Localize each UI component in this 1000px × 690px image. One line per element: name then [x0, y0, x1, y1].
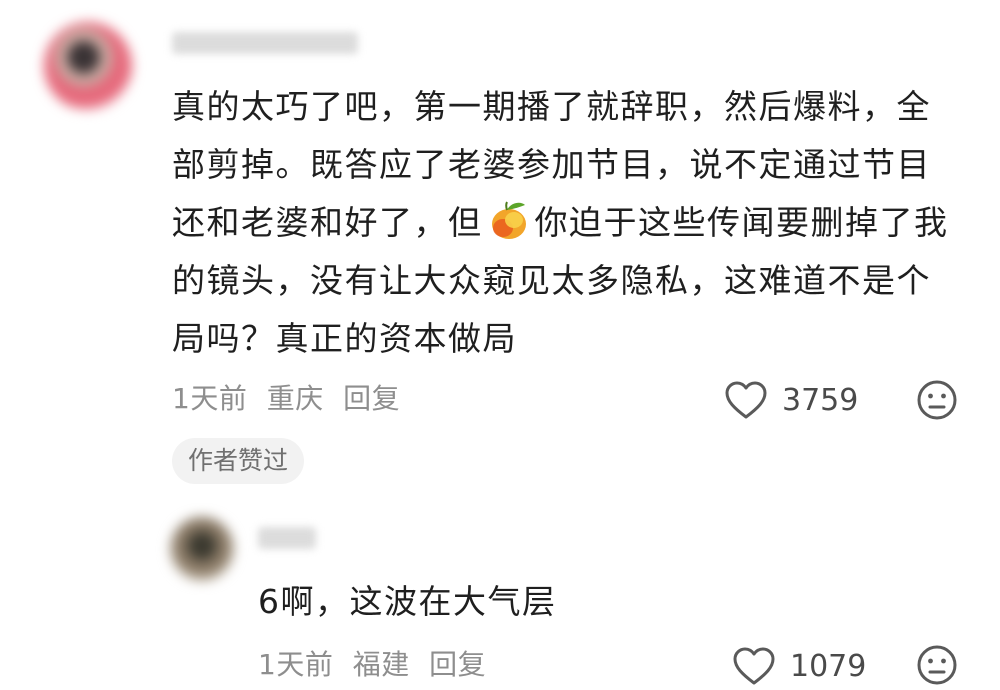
commenter-username-blurred[interactable]	[172, 32, 358, 54]
replier-username-blurred[interactable]	[258, 527, 316, 549]
reply-time: 1天前	[258, 648, 334, 681]
neutral-face-icon[interactable]	[916, 644, 958, 686]
reply-reply-button[interactable]: 回复	[429, 648, 486, 681]
heart-icon	[725, 381, 767, 419]
comment-time: 1天前	[172, 382, 248, 415]
heart-icon	[733, 647, 775, 685]
comment-text: 真的太巧了吧，第一期播了就辞职，然后爆料，全部剪掉。既答应了老婆参加节目，说不定…	[172, 78, 962, 368]
author-liked-badge: 作者赞过	[172, 438, 305, 484]
comment-meta: 1天前 重庆 回复	[172, 377, 410, 417]
comment-reply-button[interactable]: 回复	[343, 382, 400, 415]
reply-meta: 1天前 福建 回复	[258, 643, 496, 683]
reply-like-count: 1079	[790, 648, 867, 684]
comment-location: 重庆	[266, 382, 324, 415]
reply-location: 福建	[352, 648, 410, 681]
replier-avatar[interactable]	[170, 517, 234, 581]
comment-like-button[interactable]: 3759	[724, 380, 858, 420]
comment-like-count: 3759	[782, 382, 859, 418]
mango-emoji-icon	[491, 201, 526, 239]
reply-like-button[interactable]: 1079	[732, 646, 866, 686]
neutral-face-icon[interactable]	[916, 379, 958, 421]
commenter-avatar[interactable]	[44, 22, 132, 110]
reply-text: 6啊，这波在大气层	[258, 582, 557, 621]
